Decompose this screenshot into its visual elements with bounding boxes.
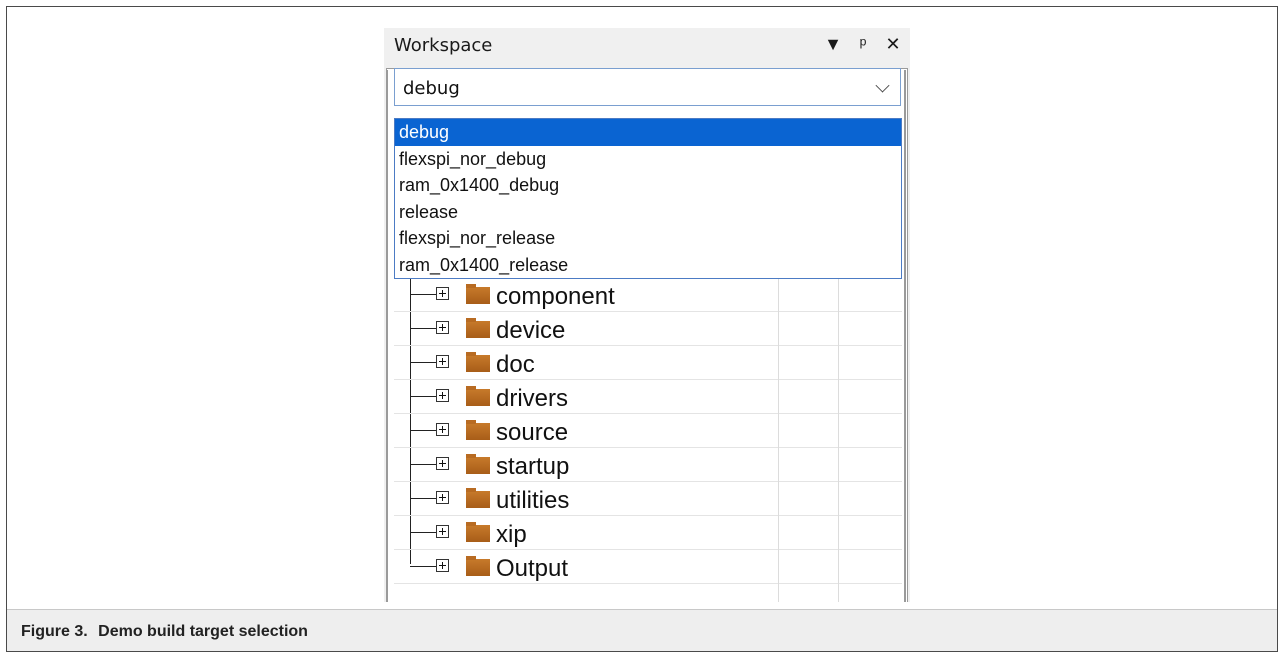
folder-icon	[466, 556, 490, 576]
build-config-select[interactable]: debug	[394, 68, 901, 106]
chevron-down-icon	[875, 78, 890, 93]
workspace-title: Workspace	[394, 35, 493, 56]
build-config-value: debug	[403, 78, 460, 99]
config-option-ram-0x1400-release[interactable]: ram_0x1400_release	[395, 252, 901, 279]
folder-icon	[466, 284, 490, 304]
expand-icon[interactable]	[436, 491, 449, 504]
expand-icon[interactable]	[436, 559, 449, 572]
tree-item-label: doc	[496, 351, 535, 378]
tree-item-startup[interactable]: startup	[394, 448, 902, 482]
tree-item-label: startup	[496, 453, 570, 480]
tree-item-label: source	[496, 419, 569, 446]
config-option-release[interactable]: release	[395, 199, 901, 226]
figure-caption: Figure 3. Demo build target selection	[21, 623, 308, 641]
folder-icon	[466, 454, 490, 474]
tree-item-label: xip	[496, 521, 527, 548]
caption-bar: Figure 3. Demo build target selection	[7, 609, 1277, 651]
tree-item-source[interactable]: source	[394, 414, 902, 448]
dropdown-arrow-icon[interactable]: ▼	[824, 34, 842, 55]
folder-icon	[466, 522, 490, 542]
config-option-debug[interactable]: debug	[395, 119, 901, 146]
tree-item-label: device	[496, 317, 566, 344]
tree-item-utilities[interactable]: utilities	[394, 482, 902, 516]
tree-item-label: drivers	[496, 385, 569, 412]
folder-icon	[466, 420, 490, 440]
config-option-ram-0x1400-debug[interactable]: ram_0x1400_debug	[395, 172, 901, 199]
tree-item-label: utilities	[496, 487, 570, 514]
expand-icon[interactable]	[436, 423, 449, 436]
tree-item-doc[interactable]: doc	[394, 346, 902, 380]
tree-item-device[interactable]: device	[394, 312, 902, 346]
expand-icon[interactable]	[436, 525, 449, 538]
tree-item-label: Output	[496, 555, 569, 582]
expand-icon[interactable]	[436, 355, 449, 368]
figure-label: Figure 3.	[21, 623, 88, 640]
expand-icon[interactable]	[436, 321, 449, 334]
panel-right-border	[904, 70, 906, 602]
figure-caption-text: Demo build target selection	[98, 623, 308, 640]
expand-icon[interactable]	[436, 457, 449, 470]
column-divider	[778, 276, 779, 602]
tree-item-drivers[interactable]: drivers	[394, 380, 902, 414]
tree-item-xip[interactable]: xip	[394, 516, 902, 550]
folder-icon	[466, 386, 490, 406]
expand-icon[interactable]	[436, 287, 449, 300]
folder-icon	[466, 318, 490, 338]
folder-icon	[466, 352, 490, 372]
tree-item-label: component	[496, 283, 615, 310]
workspace-header-buttons: ▼ ᵖ ✕	[824, 34, 902, 55]
pin-icon[interactable]: ᵖ	[854, 34, 872, 55]
project-tree: component device doc drivers source star…	[394, 276, 902, 602]
config-option-flexspi-nor-release[interactable]: flexspi_nor_release	[395, 225, 901, 252]
tree-item-component[interactable]: component	[394, 278, 902, 312]
build-config-dropdown: debug flexspi_nor_debug ram_0x1400_debug…	[394, 118, 902, 279]
close-icon[interactable]: ✕	[884, 34, 902, 55]
tree-item-output[interactable]: Output	[394, 550, 902, 584]
expand-icon[interactable]	[436, 389, 449, 402]
config-option-flexspi-nor-debug[interactable]: flexspi_nor_debug	[395, 146, 901, 173]
folder-icon	[466, 488, 490, 508]
workspace-header: Workspace ▼ ᵖ ✕	[384, 28, 910, 64]
column-divider	[838, 276, 839, 602]
panel-left-border	[386, 70, 388, 602]
